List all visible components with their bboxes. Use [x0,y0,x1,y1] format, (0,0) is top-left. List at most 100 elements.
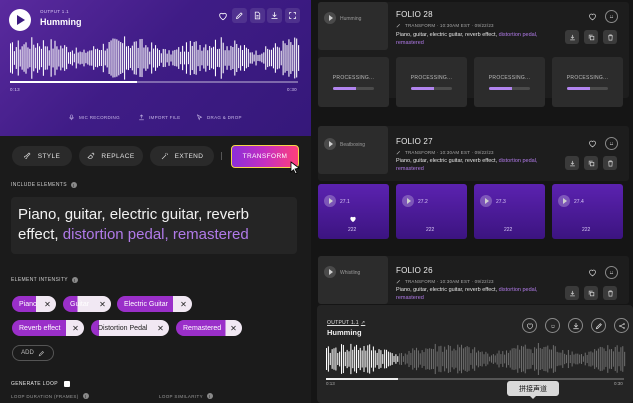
info-icon[interactable]: i [71,277,78,283]
folio-thumbnail[interactable]: Humming [318,2,388,50]
replace-button[interactable]: REPLACE [79,146,143,166]
waveform-bar [387,351,389,367]
trash-icon[interactable] [603,286,617,300]
play-button[interactable] [558,195,570,207]
download-icon[interactable] [267,8,282,23]
play-button[interactable] [324,12,336,24]
info-icon[interactable]: i [206,393,213,399]
style-button[interactable]: STYLE [12,146,72,166]
play-button[interactable] [324,195,336,207]
waveform[interactable] [326,342,626,376]
download-icon[interactable] [565,156,579,170]
waveform-bar [79,51,81,65]
edit-icon[interactable] [232,8,247,23]
waveform[interactable] [10,36,300,80]
share-icon[interactable] [614,318,629,333]
heart-filled-icon[interactable] [349,215,357,223]
variation-card[interactable]: 27.4 222 [552,184,623,239]
edit-icon[interactable] [591,318,606,333]
waveform-bar [46,46,48,70]
progress-fill [326,378,398,380]
waveform-bar [481,351,483,367]
intensity-chip-guitar[interactable]: Guitar ✕ [63,296,111,312]
intensity-chip-remastered[interactable]: Remastered ✕ [176,320,242,336]
download-icon[interactable] [568,318,583,333]
thumb-label: Humming [340,16,362,22]
download-icon[interactable] [565,30,579,44]
output-link[interactable]: OUTPUT 1.1 ↗ [327,320,365,326]
waveform-bar [453,348,455,370]
waveform-bar [243,45,245,71]
close-icon[interactable]: ✕ [98,300,107,309]
variation-card[interactable]: 27.1 222 [318,184,389,239]
waveform-bar [294,37,296,79]
document-icon[interactable] [250,8,265,23]
expand-icon[interactable] [285,8,300,23]
intensity-chip-piano[interactable]: Piano ✕ [12,296,56,312]
waveform-bar [372,346,374,372]
waveform-bar [35,47,37,69]
processing-fill [411,87,434,90]
progress-track[interactable] [10,81,298,83]
mic-recording-button[interactable]: MIC RECORDING [68,114,120,121]
add-element-button[interactable]: ADD [12,345,54,361]
play-icon [17,15,25,25]
copy-icon[interactable] [584,156,598,170]
download-icon[interactable] [565,286,579,300]
intensity-chip-electric-guitar[interactable]: Electric Guitar ✕ [117,296,192,312]
emoji-icon[interactable] [605,266,618,279]
waveform-bar [342,344,344,374]
copy-icon[interactable] [584,30,598,44]
trash-icon[interactable] [603,30,617,44]
waveform-bar [412,348,414,370]
drag-drop-button[interactable]: DRAG & DROP [196,114,242,121]
heart-icon[interactable] [522,318,537,333]
prompt-input[interactable]: Piano, guitar, electric guitar, reverb e… [11,197,297,254]
play-button[interactable] [9,9,31,31]
waveform-bar [118,40,120,76]
play-button[interactable] [324,138,336,150]
waveform-bar [395,354,397,364]
waveform-bar [401,353,403,365]
info-icon[interactable]: i [70,182,77,188]
variation-card[interactable]: 27.2 222 [396,184,467,239]
close-icon[interactable]: ✕ [229,324,238,333]
heart-icon[interactable] [586,266,599,279]
extend-button[interactable]: EXTEND [150,146,214,166]
play-button[interactable] [402,195,414,207]
emoji-icon[interactable] [605,10,618,23]
waveform-bar [127,45,129,71]
waveform-bar [203,47,205,69]
variation-card[interactable]: 27.3 222 [474,184,545,239]
progress-track[interactable] [326,378,624,380]
close-icon[interactable]: ✕ [43,300,52,309]
trash-icon[interactable] [603,156,617,170]
generate-loop-checkbox[interactable] [63,381,70,387]
folio-thumbnail[interactable]: Beatboxing [318,126,388,174]
intensity-chip-reverb-effect[interactable]: Reverb effect ✕ [12,320,84,336]
play-button[interactable] [480,195,492,207]
heart-icon[interactable] [586,10,599,23]
waveform-bar [133,41,135,75]
waveform-bar [135,41,137,75]
close-icon[interactable]: ✕ [71,324,80,333]
emoji-icon[interactable] [605,137,618,150]
intensity-chip-distortion-pedal[interactable]: Distortion Pedal ✕ [91,320,169,336]
folio-thumbnail[interactable]: Whistling [318,256,388,304]
waveform-bar [509,350,511,368]
close-icon[interactable]: ✕ [179,300,188,309]
waveform-bar [361,350,363,368]
heart-icon[interactable] [217,10,229,22]
transform-button[interactable]: TRANSFORM [231,145,299,168]
copy-icon[interactable] [584,286,598,300]
waveform-bar [89,50,91,66]
import-file-button[interactable]: IMPORT FILE [138,114,180,121]
waveform-bar [296,38,298,78]
close-icon[interactable]: ✕ [156,324,165,333]
play-button[interactable] [324,266,336,278]
heart-icon[interactable] [586,137,599,150]
emoji-icon[interactable] [545,318,560,333]
info-icon[interactable]: i [82,393,89,399]
processing-text: PROCESSING... [566,75,609,81]
waveform-bar [253,54,255,62]
